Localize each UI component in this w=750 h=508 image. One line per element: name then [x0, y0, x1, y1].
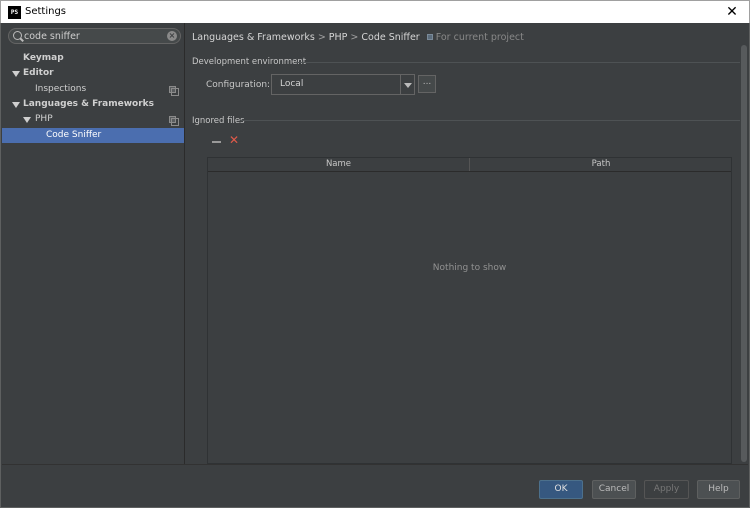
- help-button[interactable]: Help: [697, 480, 740, 499]
- tree-item-editor[interactable]: Editor: [2, 66, 184, 81]
- breadcrumb-separator: >: [350, 32, 359, 43]
- tree-item-inspections[interactable]: Inspections: [2, 82, 184, 97]
- scope-indicator: For current project: [426, 32, 524, 43]
- project-scope-icon: [426, 34, 433, 40]
- apply-button[interactable]: Apply: [644, 480, 689, 499]
- ok-button[interactable]: OK: [539, 480, 583, 499]
- settings-dialog: × Keymap Editor Inspections Languages & …: [0, 23, 750, 508]
- breadcrumb: Languages & Frameworks > PHP > Code Sniffer …: [192, 32, 524, 43]
- column-header-name[interactable]: Name: [208, 158, 470, 171]
- tree-item-languages-frameworks[interactable]: Languages & Frameworks: [2, 97, 184, 112]
- section-divider: [241, 120, 743, 121]
- remove-icon[interactable]: ✕: [229, 134, 241, 146]
- search-icon: [13, 31, 22, 40]
- title-bar: PS Settings ✕: [0, 0, 750, 23]
- phpstorm-app-icon: PS: [8, 6, 21, 19]
- settings-content: Languages & Frameworks > PHP > Code Sniffer …: [185, 23, 749, 464]
- settings-search-box[interactable]: ×: [8, 28, 181, 44]
- tree-item-label: Languages & Frameworks: [23, 99, 155, 109]
- minus-icon[interactable]: [212, 136, 222, 146]
- tree-item-label: Keymap: [23, 53, 64, 63]
- empty-table-message: Nothing to show: [432, 263, 507, 273]
- ignored-files-title: Ignored files: [192, 116, 245, 126]
- project-scope-icon: [169, 86, 179, 96]
- search-input[interactable]: [24, 30, 164, 42]
- configuration-more-button[interactable]: ...: [418, 75, 436, 93]
- breadcrumb-item: Languages & Frameworks: [192, 32, 315, 43]
- breadcrumb-item: PHP: [328, 32, 348, 43]
- dev-environment-title: Development environment: [192, 57, 307, 67]
- ignored-files-table: Name Path Nothing to show: [207, 157, 732, 464]
- configuration-value: Local: [280, 79, 304, 89]
- tree-item-code-sniffer[interactable]: Code Sniffer: [2, 128, 184, 143]
- project-scope-icon: [169, 116, 179, 126]
- tree-item-label: Editor: [23, 68, 54, 78]
- column-header-path[interactable]: Path: [471, 158, 731, 171]
- close-icon[interactable]: ✕: [721, 2, 743, 22]
- chevron-down-icon[interactable]: [400, 75, 414, 94]
- expand-arrow-icon[interactable]: [23, 117, 31, 123]
- scope-label: For current project: [435, 32, 524, 43]
- dialog-footer: OK Cancel Apply Help: [2, 464, 748, 507]
- configuration-dropdown[interactable]: Local: [271, 74, 415, 95]
- breadcrumb-item: Code Sniffer: [361, 32, 420, 43]
- scrollbar-thumb[interactable]: [741, 45, 747, 462]
- tree-item-label: PHP: [35, 114, 53, 124]
- tree-item-label: Inspections: [35, 84, 87, 94]
- expand-arrow-icon[interactable]: [12, 102, 20, 108]
- breadcrumb-separator: >: [317, 32, 326, 43]
- tree-item-keymap[interactable]: Keymap: [2, 51, 184, 66]
- tree-item-php[interactable]: PHP: [2, 112, 184, 127]
- section-divider: [295, 62, 743, 63]
- clear-search-icon[interactable]: ×: [167, 31, 177, 41]
- window-title: Settings: [25, 6, 67, 17]
- configuration-label: Configuration:: [206, 80, 271, 90]
- tree-item-label: Code Sniffer: [46, 130, 102, 140]
- vertical-scrollbar[interactable]: [740, 45, 748, 462]
- cancel-button[interactable]: Cancel: [592, 480, 636, 499]
- settings-sidebar: × Keymap Editor Inspections Languages & …: [2, 23, 185, 464]
- expand-arrow-icon[interactable]: [12, 71, 20, 77]
- table-header: Name Path: [208, 158, 731, 172]
